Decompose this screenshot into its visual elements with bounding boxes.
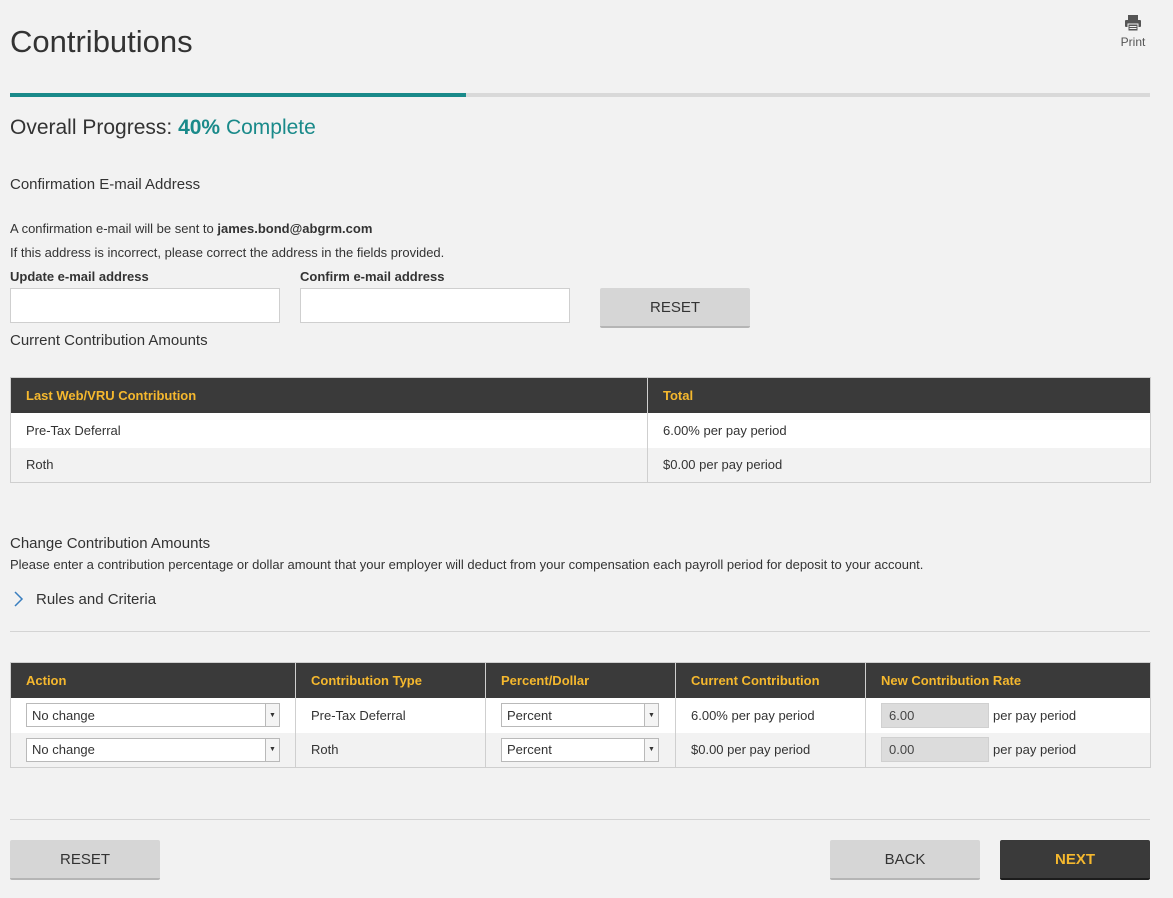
table-row: Pre-Tax Deferral 6.00% per pay period	[10, 412, 1151, 448]
column-header-current-contribution: Current Contribution	[675, 662, 866, 698]
table-header-row: Last Web/VRU Contribution Total	[10, 377, 1151, 413]
current-contribution-cell: 6.00% per pay period	[675, 697, 866, 733]
table-row: No change ▼ Roth Percent ▼ $0.00 per pay…	[10, 732, 1151, 768]
column-header-last-contribution: Last Web/VRU Contribution	[10, 377, 648, 413]
update-email-label: Update e-mail address	[10, 269, 149, 284]
contribution-type-cell: Pre-Tax Deferral	[10, 412, 648, 448]
reset-button[interactable]: RESET	[10, 840, 160, 880]
chevron-down-icon: ▼	[265, 704, 279, 726]
column-header-percent-dollar: Percent/Dollar	[485, 662, 676, 698]
progress-label: Overall Progress:	[10, 116, 173, 139]
progress-bar	[10, 93, 1150, 97]
column-header-new-rate: New Contribution Rate	[865, 662, 1151, 698]
percent-dollar-select-value: Percent	[507, 707, 552, 723]
divider	[10, 631, 1150, 632]
rules-and-criteria-label: Rules and Criteria	[36, 590, 157, 608]
confirm-email-input[interactable]	[300, 288, 570, 323]
contribution-total-cell: $0.00 per pay period	[647, 447, 1151, 483]
table-header-row: Action Contribution Type Percent/Dollar …	[10, 662, 1151, 698]
email-section-title: Confirmation E-mail Address	[10, 176, 201, 193]
percent-dollar-select-value: Percent	[507, 742, 552, 758]
progress-percent: 40%	[178, 116, 221, 139]
current-contributions-table: Last Web/VRU Contribution Total Pre-Tax …	[10, 377, 1151, 483]
divider	[10, 819, 1150, 820]
page-title: Contributions	[10, 24, 193, 59]
chevron-down-icon: ▼	[644, 738, 658, 761]
table-row: No change ▼ Pre-Tax Deferral Percent ▼ 6…	[10, 697, 1151, 733]
rate-unit-label: per pay period	[993, 742, 1077, 758]
column-header-total: Total	[647, 377, 1151, 413]
chevron-right-icon	[14, 591, 24, 607]
new-rate-cell: 0.00 per pay period	[865, 732, 1151, 768]
percent-dollar-cell: Percent ▼	[485, 697, 676, 733]
print-button[interactable]: Print	[1115, 14, 1151, 49]
change-section-title: Change Contribution Amounts	[10, 535, 211, 552]
action-cell: No change ▼	[10, 732, 296, 768]
contribution-type-cell: Roth	[10, 447, 648, 483]
chevron-down-icon: ▼	[644, 704, 658, 726]
printer-icon	[1125, 15, 1141, 32]
email-instruction: If this address is incorrect, please cor…	[10, 245, 445, 260]
new-rate-input[interactable]: 6.00	[881, 702, 989, 728]
rules-and-criteria-toggle[interactable]: Rules and Criteria	[12, 590, 156, 608]
column-header-action: Action	[10, 662, 296, 698]
percent-dollar-select[interactable]: Percent ▼	[501, 703, 659, 727]
percent-dollar-select[interactable]: Percent ▼	[501, 737, 659, 762]
email-sent-prefix: A confirmation e-mail will be sent to	[10, 221, 214, 236]
action-select-value: No change	[32, 742, 95, 758]
change-description: Please enter a contribution percentage o…	[10, 557, 924, 572]
progress-complete-text: Complete	[225, 116, 316, 139]
contribution-type-cell: Pre-Tax Deferral	[295, 697, 486, 733]
current-contribution-cell: $0.00 per pay period	[675, 732, 866, 768]
progress-fill	[10, 93, 466, 97]
rate-unit-label: per pay period	[993, 707, 1077, 723]
email-sent-text: A confirmation e-mail will be sent to ja…	[10, 221, 372, 236]
action-select-value: No change	[32, 707, 95, 723]
back-button[interactable]: BACK	[830, 840, 980, 880]
current-section-title: Current Contribution Amounts	[10, 332, 208, 349]
confirm-email-label: Confirm e-mail address	[300, 269, 445, 284]
email-reset-button[interactable]: RESET	[600, 288, 750, 328]
print-label: Print	[1120, 35, 1146, 49]
action-select[interactable]: No change ▼	[26, 703, 280, 727]
new-rate-input[interactable]: 0.00	[881, 737, 989, 763]
chevron-down-icon: ▼	[265, 738, 279, 761]
contribution-total-cell: 6.00% per pay period	[647, 412, 1151, 448]
table-row: Roth $0.00 per pay period	[10, 447, 1151, 483]
action-select[interactable]: No change ▼	[26, 737, 280, 762]
progress-summary: Overall Progress: 40% Complete	[10, 116, 316, 140]
column-header-contribution-type: Contribution Type	[295, 662, 486, 698]
new-rate-cell: 6.00 per pay period	[865, 697, 1151, 733]
email-address: james.bond@abgrm.com	[217, 221, 373, 236]
change-contributions-table: Action Contribution Type Percent/Dollar …	[10, 662, 1151, 768]
action-cell: No change ▼	[10, 697, 296, 733]
percent-dollar-cell: Percent ▼	[485, 732, 676, 768]
contribution-type-cell: Roth	[295, 732, 486, 768]
update-email-input[interactable]	[10, 288, 280, 323]
next-button[interactable]: NEXT	[1000, 840, 1150, 880]
